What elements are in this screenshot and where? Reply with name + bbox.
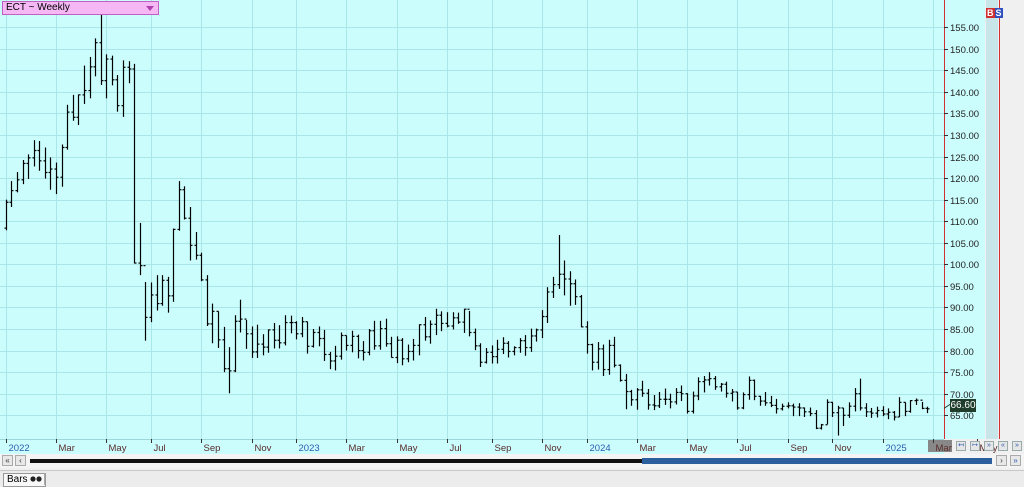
scroll-left-icon[interactable]: ‹ xyxy=(15,455,26,466)
symbol-label: ECT ~ Weekly xyxy=(6,2,70,13)
bars-tab-label: Bars xyxy=(7,474,28,485)
status-bar: Bars xyxy=(0,470,1024,487)
x-tick-label: Mar xyxy=(349,443,365,454)
symbol-selector[interactable]: ECT ~ Weekly xyxy=(2,1,159,15)
x-tick-label: May xyxy=(400,443,418,454)
y-tick-label: 90.00 xyxy=(950,303,974,314)
x-tick-label: Sep xyxy=(495,443,512,454)
zoom-out-icon[interactable]: ↤ xyxy=(956,441,966,451)
y-tick-label: 110.00 xyxy=(950,217,978,228)
last-price-tag: 66.60 xyxy=(950,399,976,412)
y-tick-label: 120.00 xyxy=(950,174,979,185)
x-tick-label: Nov xyxy=(835,443,852,454)
y-tick-label: 125.00 xyxy=(950,153,979,164)
y-tick-label: 100.00 xyxy=(950,260,979,271)
x-tick-label: Jul xyxy=(740,443,752,454)
y-tick-label: 80.00 xyxy=(950,347,974,358)
y-tick-label: 85.00 xyxy=(950,325,974,336)
y-tick-label: 95.00 xyxy=(950,282,974,293)
x-tick-label: May xyxy=(109,443,127,454)
scroll-right-icon[interactable]: › xyxy=(996,455,1007,466)
jump-end-icon[interactable]: » xyxy=(1012,441,1022,451)
y-tick-label: 105.00 xyxy=(950,239,979,250)
chart-window: 65.00 70.00 75.00 80.00 85.00 90.00 95.00 100.0… xyxy=(0,0,1024,487)
scroll-end-icon[interactable]: » xyxy=(1010,455,1021,466)
buy-sell-badges: BS xyxy=(986,8,1003,19)
y-tick-label: 115.00 xyxy=(950,196,978,207)
chart-canvas: 65.0070.0075.0080.0085.0090.0095.00100.0… xyxy=(0,0,1000,454)
x-tick-label: Mar xyxy=(936,443,952,454)
x-tick-label: 2022 xyxy=(9,443,30,454)
x-tick-label: Sep xyxy=(791,443,808,454)
x-tick-label: Nov xyxy=(545,443,562,454)
compress-icon[interactable]: » xyxy=(984,441,994,451)
y-tick-label: 140.00 xyxy=(950,88,979,99)
plot-area xyxy=(0,0,944,439)
x-tick-label: Jul xyxy=(450,443,462,454)
x-tick-label: 2023 xyxy=(299,443,320,454)
x-tick-label: Mar xyxy=(640,443,656,454)
x-tick-label: Jul xyxy=(154,443,166,454)
binoculars-icon xyxy=(30,476,42,482)
scroll-thumb[interactable] xyxy=(642,458,992,464)
y-tick-label: 145.00 xyxy=(950,66,979,77)
x-tick-label: 2025 xyxy=(886,443,907,454)
zoom-in-icon[interactable]: ↦ xyxy=(970,441,980,451)
y-tick-label: 130.00 xyxy=(950,131,979,142)
x-tick-label: Mar xyxy=(59,443,75,454)
chevron-down-icon[interactable] xyxy=(146,6,154,11)
x-tick-label: Sep xyxy=(204,443,221,454)
y-tick-label: 135.00 xyxy=(950,109,979,120)
y-tick-label: 65.00 xyxy=(950,411,974,422)
bars-tab[interactable]: Bars xyxy=(3,473,47,487)
sell-badge[interactable]: S xyxy=(994,8,1003,18)
buy-badge[interactable]: B xyxy=(986,8,995,18)
x-tick-label: Nov xyxy=(255,443,272,454)
y-tick-label: 155.00 xyxy=(950,23,979,34)
expand-icon[interactable]: « xyxy=(998,441,1008,451)
right-scrollbar xyxy=(986,0,998,439)
scroll-start-icon[interactable]: « xyxy=(2,455,13,466)
y-tick-label: 150.00 xyxy=(950,45,979,56)
y-tick-label: 75.00 xyxy=(950,368,974,379)
x-tick-label: 2024 xyxy=(590,443,611,454)
horizontal-scrollbar[interactable]: « ‹ › » xyxy=(0,454,1024,468)
x-tick-label: May xyxy=(690,443,708,454)
